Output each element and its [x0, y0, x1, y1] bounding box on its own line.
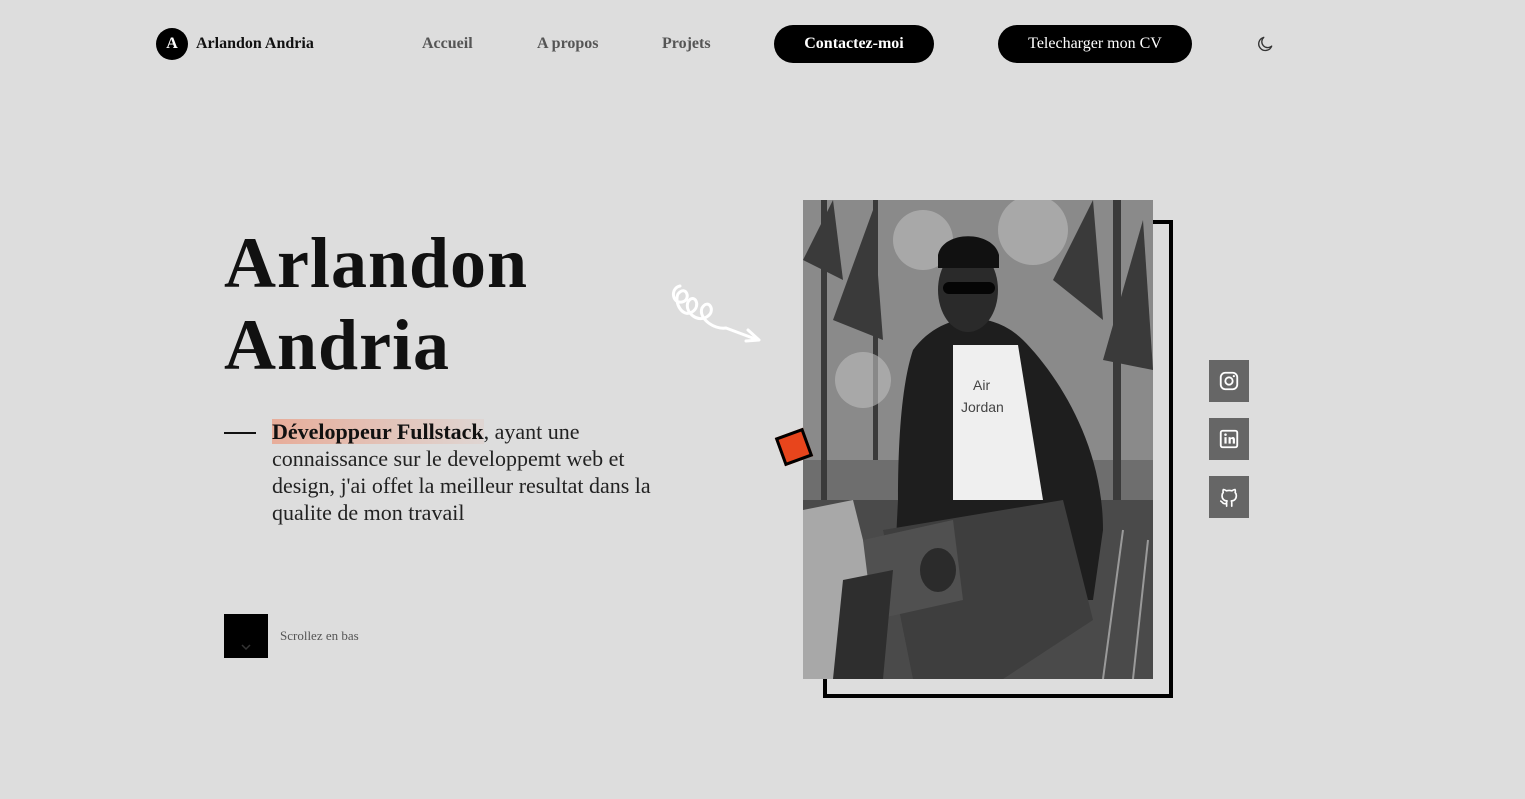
profile-photo-illustration: Air Jordan — [803, 200, 1153, 679]
nav-a-propos[interactable]: A propos — [537, 35, 599, 53]
role-highlight: Développeur Fullstack — [272, 419, 484, 444]
logo-name: Arlandon Andria — [196, 35, 314, 52]
logo-badge: A — [156, 28, 188, 60]
scroll-down-button[interactable] — [224, 614, 268, 658]
profile-photo: Air Jordan — [803, 200, 1153, 679]
instagram-link[interactable] — [1209, 360, 1249, 402]
hero-name-first: Arlandon — [224, 223, 529, 303]
hero-name-last: Andria — [224, 305, 451, 385]
divider-dash — [224, 432, 256, 434]
hero-name: Arlandon Andria — [224, 222, 528, 386]
linkedin-icon — [1219, 429, 1239, 449]
github-icon — [1219, 488, 1238, 507]
logo[interactable]: A Arlandon Andria — [156, 28, 314, 60]
contact-button[interactable]: Contactez-moi — [774, 25, 934, 63]
svg-text:Air: Air — [973, 377, 990, 393]
nav-projets[interactable]: Projets — [662, 35, 711, 53]
linkedin-link[interactable] — [1209, 418, 1249, 460]
scroll-label: Scrollez en bas — [280, 628, 359, 643]
instagram-icon — [1219, 371, 1239, 391]
chevron-down-icon — [241, 644, 251, 651]
hero-description: Développeur Fullstack, ayant une connais… — [272, 418, 672, 526]
moon-icon[interactable] — [1255, 34, 1275, 54]
swirl-arrow-icon — [672, 284, 761, 343]
download-cv-button[interactable]: Telecharger mon CV — [998, 25, 1192, 63]
svg-text:Jordan: Jordan — [961, 399, 1004, 415]
nav-accueil[interactable]: Accueil — [422, 35, 473, 53]
github-link[interactable] — [1209, 476, 1249, 518]
